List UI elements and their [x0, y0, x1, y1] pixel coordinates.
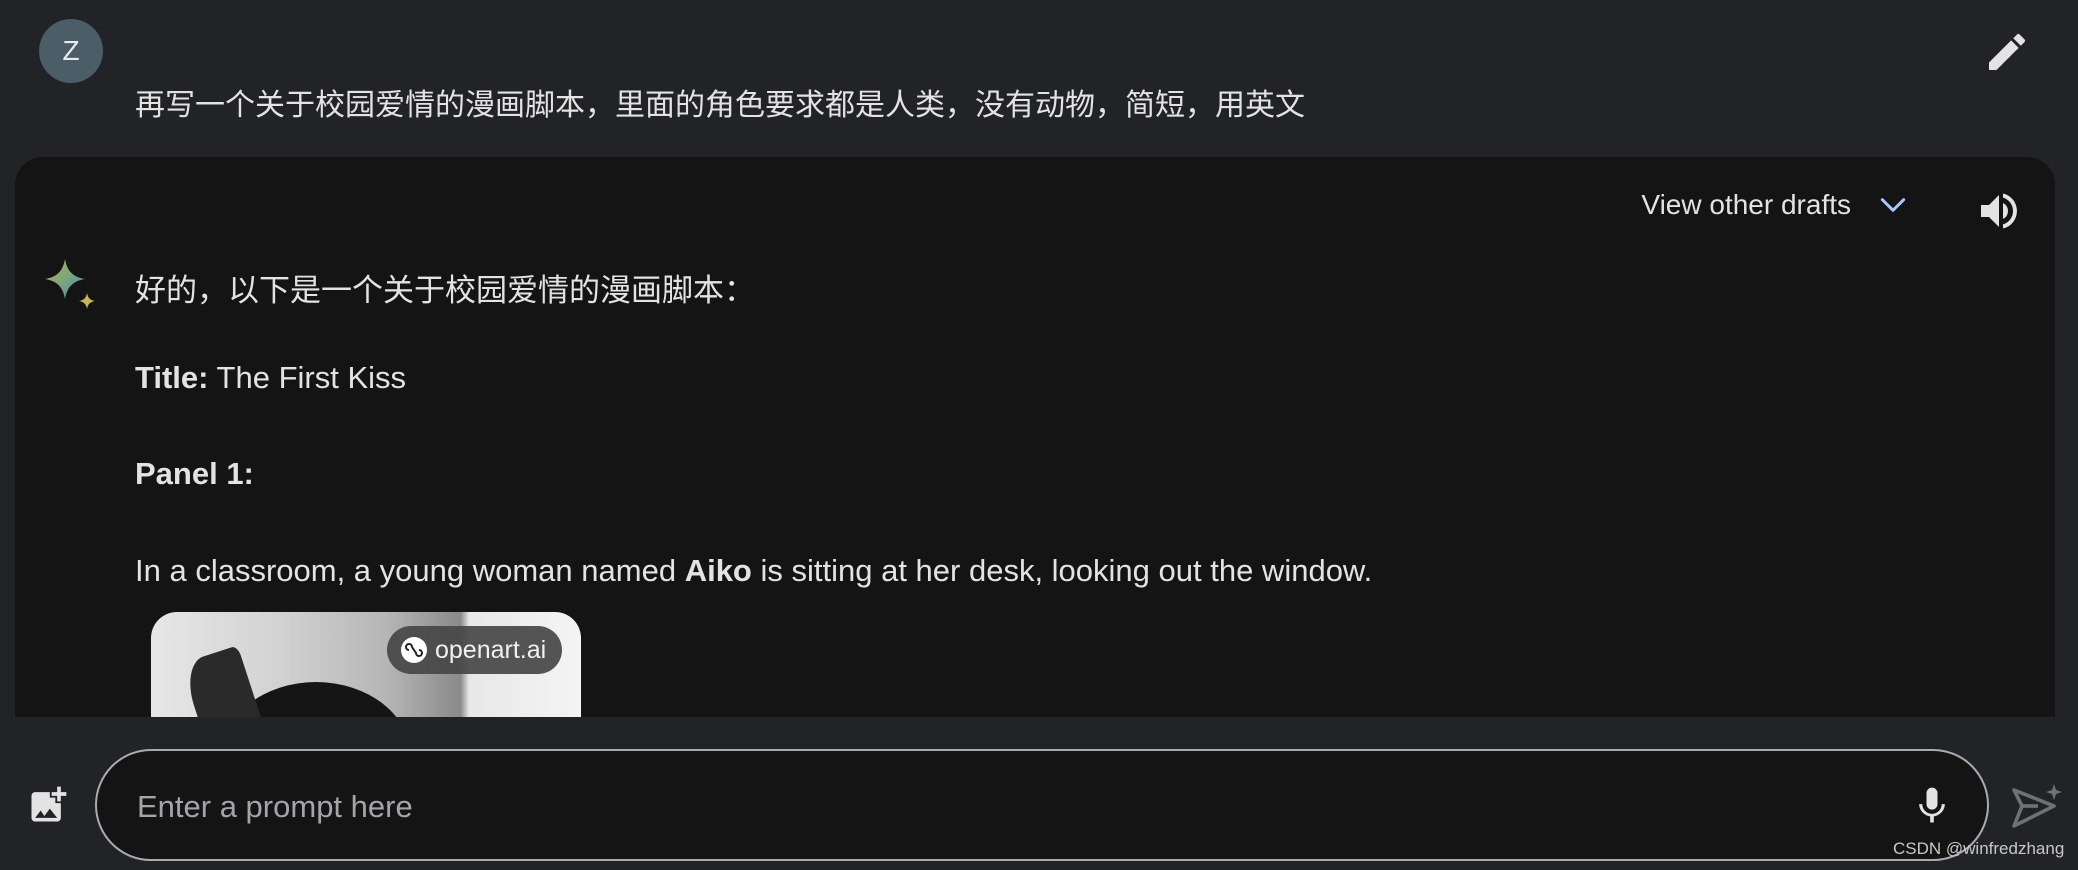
microphone-button[interactable]: [1910, 782, 1954, 830]
prompt-box: [95, 749, 1989, 861]
view-other-drafts-button[interactable]: View other drafts: [1641, 189, 1909, 221]
prompt-input[interactable]: [135, 779, 1839, 835]
volume-icon: [1981, 193, 2017, 229]
edit-query-button[interactable]: [1983, 28, 2031, 76]
panel-heading: Panel 1:: [135, 456, 254, 491]
view-other-drafts-label: View other drafts: [1641, 189, 1851, 220]
read-aloud-button[interactable]: [1975, 187, 2023, 235]
title-value: The First Kiss: [208, 360, 407, 395]
chevron-down-icon: [1880, 198, 1906, 212]
image-source-badge[interactable]: openart.ai: [387, 626, 563, 674]
send-button[interactable]: [2010, 782, 2062, 834]
watermark: CSDN @winfredzhang: [1893, 839, 2065, 858]
sparkle-icon: [43, 257, 99, 313]
response-title-line: Title: The First Kiss: [135, 360, 406, 396]
character-name: Aiko: [684, 553, 752, 588]
pencil-icon: [1989, 33, 2026, 70]
title-label: Title:: [135, 360, 209, 395]
description-text-end: is sitting at her desk, looking out the …: [751, 553, 1373, 588]
response-intro: 好的，以下是一个关于校园爱情的漫画脚本：: [135, 273, 755, 308]
add-image-button[interactable]: [26, 783, 70, 827]
microphone-icon: [1919, 787, 1945, 823]
image-source-label: openart.ai: [435, 635, 547, 664]
send-icon: [2012, 784, 2062, 828]
user-avatar: Z: [39, 19, 103, 83]
generated-image[interactable]: openart.ai: [151, 612, 581, 717]
user-query-text: 再写一个关于校园爱情的漫画脚本，里面的角色要求都是人类，没有动物，简短，用英文: [135, 88, 1305, 123]
add-image-icon: [31, 786, 67, 822]
panel-description: In a classroom, a young woman named Aiko…: [135, 553, 1372, 589]
response-card: View other drafts 好的，以下是一个关于校园爱情的漫画脚本： T…: [15, 157, 2055, 717]
openart-logo-icon: [401, 637, 427, 663]
description-text: In a classroom, a young woman named: [135, 553, 685, 588]
